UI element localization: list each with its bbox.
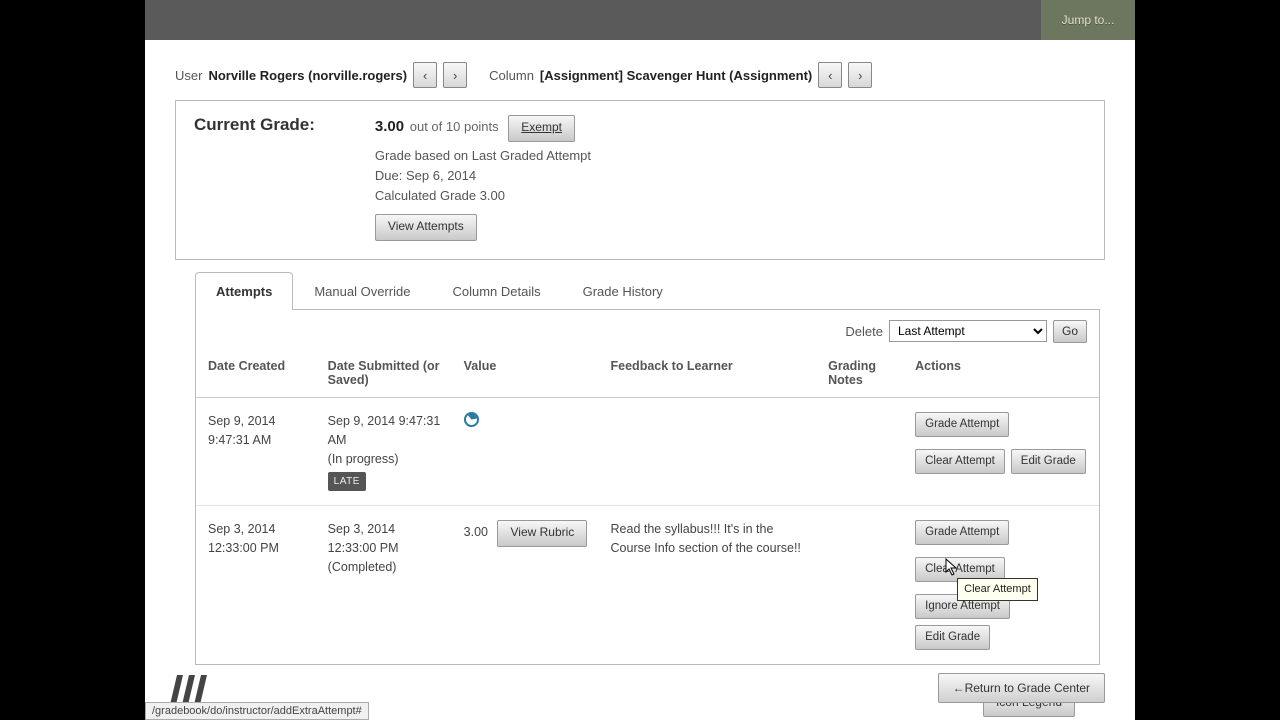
th-feedback: Feedback to Learner bbox=[599, 353, 817, 398]
th-date-submitted: Date Submitted (or Saved) bbox=[316, 353, 452, 398]
exempt-button[interactable]: Exempt bbox=[508, 115, 575, 142]
cell-feedback bbox=[599, 398, 817, 506]
status-bar: /gradebook/do/instructor/addExtraAttempt… bbox=[145, 702, 369, 720]
edit-grade-button[interactable]: Edit Grade bbox=[915, 625, 990, 650]
th-value: Value bbox=[452, 353, 599, 398]
cell-submitted: Sep 9, 2014 9:47:31 AM (In progress) LAT… bbox=[316, 398, 452, 506]
tab-manual-override[interactable]: Manual Override bbox=[293, 272, 431, 310]
grade-calc: Calculated Grade 3.00 bbox=[375, 186, 1086, 206]
grade-basis: Grade based on Last Graded Attempt bbox=[375, 146, 1086, 166]
cell-actions: Grade Attempt Clear Attempt Ignore Attem… bbox=[903, 506, 1099, 664]
th-grading-notes: Grading Notes bbox=[816, 353, 903, 398]
delete-label: Delete bbox=[845, 324, 883, 339]
cell-notes bbox=[816, 506, 903, 664]
column-next-button[interactable]: › bbox=[848, 62, 872, 88]
grade-due: Due: Sep 6, 2014 bbox=[375, 166, 1086, 186]
current-grade-label: Current Grade: bbox=[194, 115, 315, 241]
table-row: Sep 9, 2014 9:47:31 AM Sep 9, 2014 9:47:… bbox=[196, 398, 1099, 506]
view-rubric-button[interactable]: View Rubric bbox=[497, 520, 587, 547]
user-label: User bbox=[175, 68, 202, 83]
table-row: Sep 3, 2014 12:33:00 PM Sep 3, 2014 12:3… bbox=[196, 506, 1099, 664]
grade-attempt-button[interactable]: Grade Attempt bbox=[915, 412, 1009, 437]
context-nav: User Norville Rogers (norville.rogers) ‹… bbox=[175, 62, 1105, 88]
column-label: Column bbox=[489, 68, 534, 83]
current-grade-box: Current Grade: 3.00 out of 10 points Exe… bbox=[175, 100, 1105, 260]
tooltip: Clear Attempt bbox=[957, 578, 1038, 601]
in-progress-icon bbox=[461, 409, 482, 430]
top-bar: Jump to... bbox=[145, 0, 1135, 40]
grade-value: 3.00 bbox=[375, 118, 404, 135]
attempts-panel: Delete Last Attempt Go Date Created Date… bbox=[195, 309, 1100, 666]
column-prev-button[interactable]: ‹ bbox=[818, 62, 842, 88]
clear-attempt-button[interactable]: Clear Attempt bbox=[915, 449, 1005, 474]
attempts-table: Date Created Date Submitted (or Saved) V… bbox=[196, 353, 1099, 664]
cell-notes bbox=[816, 398, 903, 506]
th-actions: Actions bbox=[903, 353, 1099, 398]
cell-value: 3.00 View Rubric bbox=[452, 506, 599, 664]
cell-value bbox=[452, 398, 599, 506]
cell-actions: Grade Attempt Clear Attempt Edit Grade bbox=[903, 398, 1099, 506]
tab-column-details[interactable]: Column Details bbox=[431, 272, 561, 310]
view-attempts-button[interactable]: View Attempts bbox=[375, 214, 477, 241]
return-to-grade-center-button[interactable]: ←Return to Grade Center bbox=[938, 673, 1105, 703]
cell-created: Sep 9, 2014 9:47:31 AM bbox=[196, 398, 316, 506]
delete-go-button[interactable]: Go bbox=[1053, 320, 1087, 344]
user-prev-button[interactable]: ‹ bbox=[413, 62, 437, 88]
cell-feedback: Read the syllabus!!! It's in the Course … bbox=[599, 506, 817, 664]
grade-attempt-button[interactable]: Grade Attempt bbox=[915, 520, 1009, 545]
cell-submitted: Sep 3, 2014 12:33:00 PM (Completed) bbox=[316, 506, 452, 664]
late-badge: LATE bbox=[328, 472, 366, 491]
column-value: [Assignment] Scavenger Hunt (Assignment) bbox=[540, 68, 812, 83]
edit-grade-button[interactable]: Edit Grade bbox=[1011, 449, 1086, 474]
th-date-created: Date Created bbox=[196, 353, 316, 398]
tab-bar: Attempts Manual Override Column Details … bbox=[195, 272, 1100, 310]
user-value: Norville Rogers (norville.rogers) bbox=[208, 68, 407, 83]
user-next-button[interactable]: › bbox=[443, 62, 467, 88]
grade-outof: out of 10 points bbox=[410, 119, 499, 134]
delete-select[interactable]: Last Attempt bbox=[889, 320, 1047, 342]
tab-grade-history[interactable]: Grade History bbox=[562, 272, 684, 310]
jump-to-button[interactable]: Jump to... bbox=[1041, 0, 1135, 40]
tab-attempts[interactable]: Attempts bbox=[195, 272, 293, 310]
cell-created: Sep 3, 2014 12:33:00 PM bbox=[196, 506, 316, 664]
